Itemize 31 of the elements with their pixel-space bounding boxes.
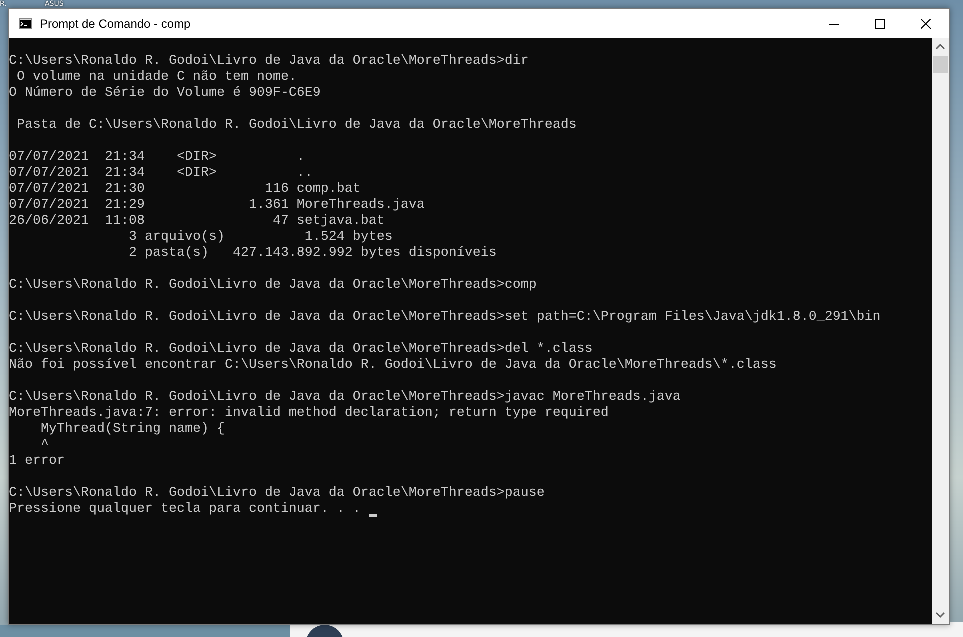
console-line: MyThread(String name) {	[40, 422, 225, 438]
console-line: Pasta de C:\Users\Ronaldo R. Godoi\Livro de Java da Oracle\MoreThreads	[16, 118, 577, 134]
console-line: Não foi possível encontrar C:\Users\Ronaldo R. Godoi\Livro de Java da Oracle\MoreThreads\*.class	[9, 358, 777, 374]
console-line: C:\Users\Ronaldo R. Godoi\Livro de Java da Oracle\MoreThreads>del *.class	[9, 342, 593, 358]
console-line: 07/07/2021 21:30 116 comp.bat	[9, 182, 361, 198]
scroll-up-icon[interactable]	[936, 44, 945, 50]
scroll-down-icon[interactable]	[936, 612, 945, 618]
console-line: ^	[40, 438, 49, 454]
console-line: 07/07/2021 21:34 <DIR> .	[9, 150, 305, 166]
console-line: C:\Users\Ronaldo R. Godoi\Livro de Java da Oracle\MoreThreads>javac MoreThreads.java	[9, 390, 681, 406]
console-line: 26/06/2021 11:08 47 setjava.bat	[9, 214, 385, 230]
maximize-icon	[875, 18, 885, 28]
console-line: C:\Users\Ronaldo R. Godoi\Livro de Java da Oracle\MoreThreads>set path=C:\Program Files\Java\jdk1.8.0_291\bin	[9, 310, 881, 326]
console-line: 2 pasta(s) 427.143.892.992 bytes disponíveis	[128, 246, 497, 262]
console-line: MoreThreads.java:7: error: invalid method declaration; return type required	[9, 406, 609, 422]
window-title: Prompt de Comando - comp	[40, 16, 191, 30]
console-line: 07/07/2021 21:29 1.361 MoreThreads.java	[9, 198, 425, 214]
scroll-thumb[interactable]	[933, 56, 948, 73]
cursor-icon	[368, 514, 377, 517]
close-icon	[921, 18, 931, 28]
console-line: C:\Users\Ronaldo R. Godoi\Livro de Java da Oracle\MoreThreads>dir	[9, 54, 529, 70]
console-line: C:\Users\Ronaldo R. Godoi\Livro de Java da Oracle\MoreThreads>pause	[9, 486, 545, 502]
scrollbar[interactable]	[932, 38, 949, 624]
console-line: C:\Users\Ronaldo R. Godoi\Livro de Java da Oracle\MoreThreads>comp	[9, 278, 537, 294]
console-line: 3 arquivo(s) 1.524 bytes	[128, 230, 393, 246]
console-line: 1 error	[9, 454, 65, 470]
console-line: O Número de Série do Volume é 909F-C6E9	[9, 86, 321, 102]
console-line: O volume na unidade C não tem nome.	[16, 70, 297, 86]
terminal-icon	[19, 18, 32, 29]
console-line: Pressione qualquer tecla para continuar. . .	[9, 502, 362, 518]
console-line: 07/07/2021 21:34 <DIR> ..	[9, 166, 313, 182]
